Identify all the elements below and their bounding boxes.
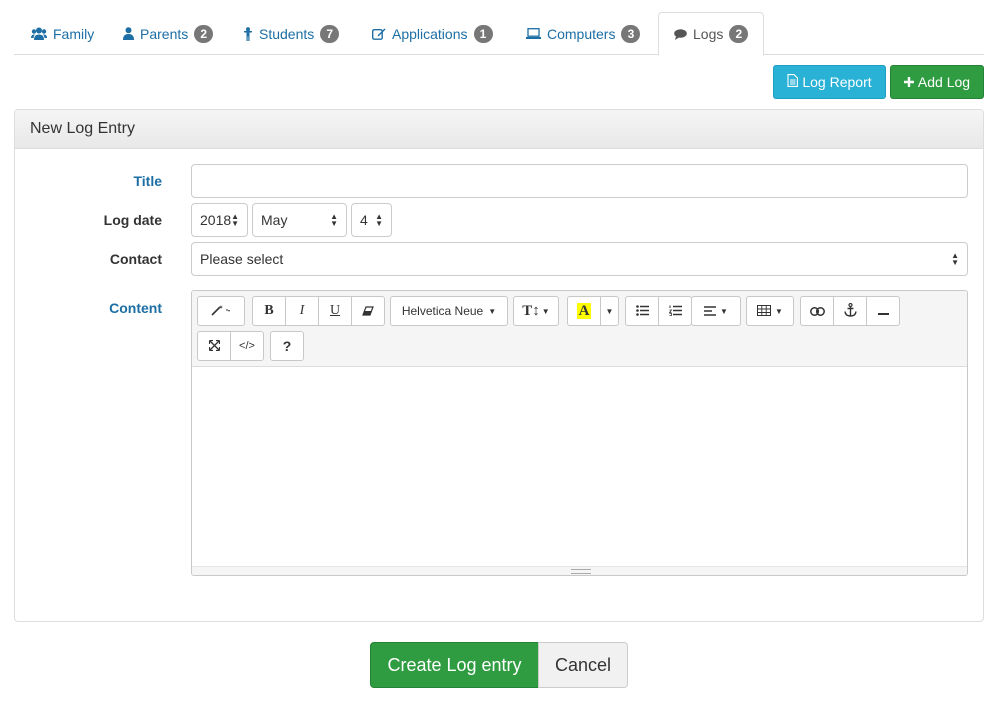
color-dropdown-toggle[interactable]: ▼ [600,296,619,326]
users-icon [31,27,47,40]
caret-down-icon: ▼ [775,306,783,316]
tab-family[interactable]: Family [16,12,109,55]
bold-button[interactable]: B [252,296,286,326]
tab-computers[interactable]: Computers 3 [511,12,655,55]
month-select[interactable]: May ▲ ▼ [252,203,347,237]
add-log-button[interactable]: Add Log [890,65,984,99]
magic-wand-icon [211,303,231,319]
expand-icon [208,338,220,354]
ordered-list-button[interactable] [658,296,692,326]
style-dropdown[interactable] [197,296,245,326]
log-date-label: Log date [103,212,162,228]
editor-resize-handle[interactable] [192,566,967,575]
tab-parents-label: Parents [140,25,189,42]
tab-applications[interactable]: Applications 1 [357,12,508,55]
eraser-icon [362,303,374,319]
caret-down-icon: ▼ [720,306,728,316]
tab-applications-label: Applications [392,25,468,42]
text-color-button[interactable]: A [567,296,601,326]
month-value: May [261,212,288,228]
tab-logs[interactable]: Logs 2 [658,12,765,56]
link-icon [809,303,825,319]
file-icon [787,74,799,90]
child-icon [243,26,253,41]
editor-content-area[interactable] [192,367,967,567]
list-ul-icon [635,303,649,319]
paragraph-align-dropdown[interactable]: ▼ [691,296,741,326]
font-name-value: Helvetica Neue [401,304,484,318]
editor-toolbar: B I U Helvetica Neue ▼ T↕ ▼ A ▼ ▼ ▼ </> … [192,291,967,367]
tab-logs-label: Logs [693,26,724,42]
caret-down-icon: ▼ [488,306,497,316]
font-size-dropdown[interactable]: T↕ ▼ [513,296,559,326]
fullscreen-button[interactable] [197,331,231,361]
help-button[interactable]: ? [270,331,304,361]
log-report-button[interactable]: Log Report [773,65,886,99]
tab-students-badge: 7 [320,24,340,43]
title-input[interactable] [191,164,968,198]
cancel-button[interactable]: Cancel [538,642,628,688]
plus-icon [903,74,914,90]
tab-students[interactable]: Students 7 [228,12,354,55]
tab-parents[interactable]: Parents 2 [108,12,228,55]
updown-arrows-icon: ▲ ▼ [231,212,240,228]
text-height-icon: T↕ [522,302,540,319]
contact-select[interactable]: Please select ▲ ▼ [191,242,968,276]
minus-icon [877,303,889,319]
tab-bar: Family Parents 2 Students 7 Applications… [14,12,984,56]
tab-students-label: Students [259,25,315,42]
italic-button[interactable]: I [285,296,319,326]
tab-applications-badge: 1 [473,24,493,43]
create-log-entry-button[interactable]: Create Log entry [370,642,539,688]
contact-value: Please select [200,251,284,267]
updown-arrows-icon: ▲ ▼ [330,212,338,228]
caret-down-icon: ▼ [541,306,550,316]
eraser-button[interactable] [351,296,385,326]
anchor-button[interactable] [833,296,867,326]
caret-down-icon: ▼ [605,306,614,316]
tab-logs-badge: 2 [729,25,749,43]
log-report-label: Log Report [802,74,872,90]
user-icon [123,27,134,40]
day-value: 4 [360,212,368,228]
font-color-icon: A [576,303,592,319]
list-ol-icon [668,303,682,319]
table-dropdown[interactable]: ▼ [746,296,794,326]
align-left-icon [704,303,717,319]
content-label: Content [109,300,162,316]
panel-title: New Log Entry [15,110,983,149]
underline-button[interactable]: U [318,296,352,326]
add-log-label: Add Log [917,74,971,90]
tab-computers-label: Computers [547,25,616,42]
year-select[interactable]: 2018 ▲ ▼ [191,203,248,237]
horizontal-rule-button[interactable] [866,296,900,326]
tab-family-label: Family [53,25,95,42]
new-log-entry-panel: New Log Entry Title Log date 2018 ▲ ▼ May… [14,109,984,622]
title-label: Title [133,173,162,189]
laptop-icon [526,28,541,39]
contact-label: Contact [109,251,162,267]
updown-arrows-icon: ▲ ▼ [375,212,383,228]
rich-text-editor: B I U Helvetica Neue ▼ T↕ ▼ A ▼ ▼ ▼ </> … [191,290,968,576]
code-view-button[interactable]: </> [230,331,264,361]
unordered-list-button[interactable] [625,296,659,326]
day-select[interactable]: 4 ▲ ▼ [351,203,392,237]
font-family-dropdown[interactable]: Helvetica Neue ▼ [390,296,508,326]
link-button[interactable] [800,296,834,326]
table-icon [757,303,772,319]
tab-parents-badge: 2 [194,24,214,43]
edit-icon [372,27,386,40]
grip-icon [571,569,591,574]
tab-computers-badge: 3 [621,24,641,43]
anchor-icon [843,302,857,320]
year-value: 2018 [200,212,232,228]
comment-icon [674,28,687,40]
updown-arrows-icon: ▲ ▼ [951,251,959,267]
